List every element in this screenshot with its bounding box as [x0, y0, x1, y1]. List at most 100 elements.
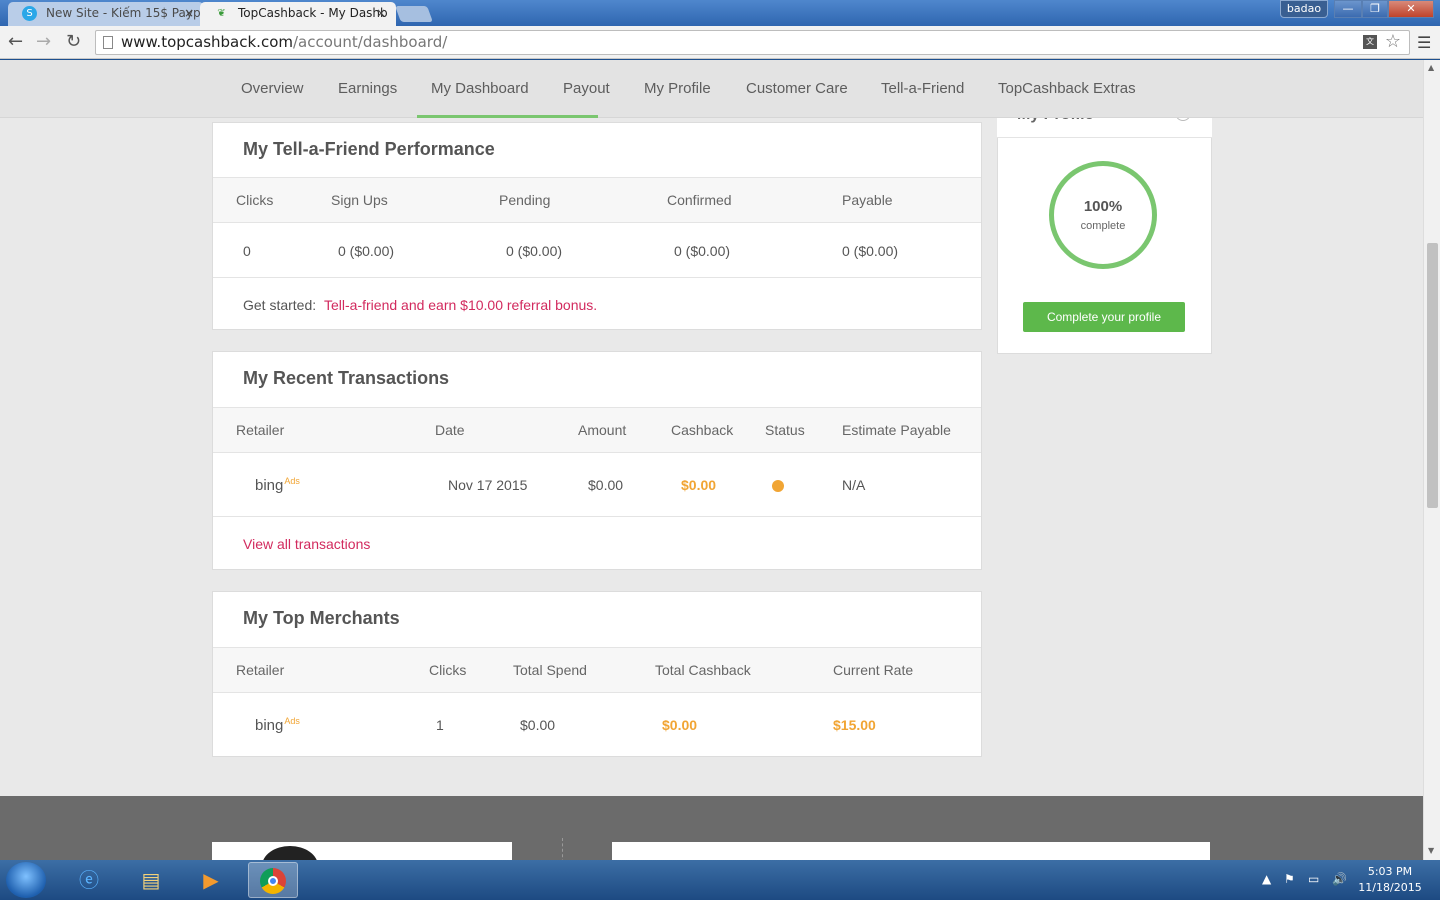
- column-header: Confirmed: [667, 192, 732, 208]
- chrome-icon[interactable]: [248, 862, 298, 898]
- browser-tab-topcashback[interactable]: ❦ TopCashback - My Dashb ×: [200, 2, 396, 26]
- column-header: Clicks: [236, 192, 274, 208]
- address-bar[interactable]: www.topcashback.com/account/dashboard/ 文…: [95, 30, 1410, 55]
- table-cell: 0 ($0.00): [842, 243, 899, 259]
- column-header: Payable: [842, 192, 893, 208]
- url-path: /account/dashboard/: [293, 33, 448, 51]
- column-header: Pending: [499, 192, 551, 208]
- column-header: Retailer: [236, 662, 285, 678]
- profile-percent: 100%: [1083, 198, 1123, 215]
- nav-customer-care[interactable]: Customer Care: [746, 80, 848, 97]
- scroll-up-arrow-icon[interactable]: ▲: [1428, 63, 1434, 72]
- bookmark-star-icon[interactable]: ☆: [1385, 30, 1401, 53]
- internet-explorer-icon[interactable]: ⓔ: [64, 862, 114, 898]
- new-tab-button[interactable]: [395, 6, 433, 22]
- tell-a-friend-title: My Tell-a-Friend Performance: [243, 139, 495, 159]
- status-pending-dot: [772, 480, 784, 492]
- page-viewport: 100% complete Complete your profile My P…: [0, 60, 1423, 860]
- column-header: Total Cashback: [655, 662, 751, 678]
- volume-icon[interactable]: 🔊: [1332, 872, 1347, 886]
- windows-taskbar: ⓔ ▤ ▶ ▲ ⚑ ▭ 🔊 5:03 PM 11/18/2015: [0, 860, 1440, 900]
- nav-tell-a-friend[interactable]: Tell-a-Friend: [881, 80, 964, 97]
- merchant-total-spend: $0.00: [520, 717, 556, 733]
- referral-link[interactable]: Tell-a-friend and earn $10.00 referral b…: [324, 297, 597, 313]
- browser-tab-newsite[interactable]: S New Site - Kiếm 15$ Payp ×: [8, 2, 204, 26]
- person-avatar-icon: [262, 846, 318, 860]
- page-scrollbar[interactable]: ▲ ▼: [1423, 60, 1440, 860]
- column-header: Cashback: [671, 422, 734, 438]
- divider: [213, 277, 981, 278]
- transactions-header-row: Retailer Date Amount Cashback Status Est…: [213, 407, 981, 453]
- complete-profile-button[interactable]: Complete your profile: [1023, 302, 1185, 332]
- tell-a-friend-header-row: Clicks Sign Ups Pending Confirmed Payabl…: [213, 177, 981, 223]
- scroll-down-arrow-icon[interactable]: ▼: [1428, 846, 1434, 855]
- profile-complete-label: complete: [1080, 220, 1126, 232]
- table-cell: 0 ($0.00): [506, 243, 563, 259]
- restore-button[interactable]: ❐: [1362, 0, 1388, 18]
- bing-ads-logo: bingAds: [255, 716, 300, 734]
- merchant-current-rate: $15.00: [833, 717, 876, 733]
- merchants-header-row: Retailer Clicks Total Spend Total Cashba…: [213, 647, 981, 693]
- column-header: Retailer: [236, 422, 285, 438]
- window-close-button[interactable]: ✕: [1388, 0, 1434, 18]
- transaction-cashback: $0.00: [681, 477, 717, 493]
- site-footer: [0, 796, 1423, 860]
- nav-payout[interactable]: Payout: [563, 80, 610, 97]
- tab-title: TopCashback - My Dashb: [238, 6, 388, 20]
- browser-toolbar: ← → ↻ www.topcashback.com/account/dashbo…: [0, 26, 1440, 59]
- my-profile-panel: 100% complete Complete your profile: [997, 114, 1212, 354]
- divider: [213, 516, 981, 517]
- active-nav-indicator: [417, 115, 598, 118]
- column-header: Status: [765, 422, 805, 438]
- get-started-label: Get started:: [243, 297, 317, 313]
- column-header: Amount: [578, 422, 627, 438]
- nav-overview[interactable]: Overview: [241, 80, 304, 97]
- footer-card: [612, 842, 1210, 860]
- merchant-total-cashback: $0.00: [662, 717, 698, 733]
- table-cell: 0 ($0.00): [674, 243, 731, 259]
- column-header: Date: [435, 422, 465, 438]
- forward-arrow-icon[interactable]: →: [36, 32, 51, 52]
- nav-my-dashboard[interactable]: My Dashboard: [431, 80, 529, 97]
- file-explorer-icon[interactable]: ▤: [126, 862, 176, 898]
- column-header: Clicks: [429, 662, 467, 678]
- nav-earnings[interactable]: Earnings: [338, 80, 397, 97]
- network-icon[interactable]: ▭: [1308, 872, 1319, 886]
- footer-card: [212, 842, 512, 860]
- bing-ads-logo: bingAds: [255, 476, 300, 494]
- action-center-flag-icon[interactable]: ⚑: [1284, 872, 1295, 886]
- close-tab-icon[interactable]: ×: [376, 2, 386, 24]
- reload-icon[interactable]: ↻: [66, 32, 81, 52]
- browser-tab-strip: S New Site - Kiếm 15$ Payp × ❦ TopCashba…: [0, 0, 1440, 26]
- topcashback-favicon-icon: ❦: [217, 8, 226, 19]
- footer-divider: [562, 838, 563, 860]
- view-all-transactions-link[interactable]: View all transactions: [243, 536, 370, 552]
- site-nav: Overview Earnings My Dashboard Payout My…: [0, 60, 1423, 118]
- user-profile-badge[interactable]: badao: [1280, 0, 1328, 18]
- top-merchants-title: My Top Merchants: [243, 608, 400, 628]
- nav-my-profile[interactable]: My Profile: [644, 80, 711, 97]
- back-arrow-icon[interactable]: ←: [8, 32, 23, 52]
- column-header: Current Rate: [833, 662, 914, 678]
- windows-start-button[interactable]: [6, 862, 46, 898]
- nav-topcashback-extras[interactable]: TopCashback Extras: [998, 80, 1136, 97]
- clock-time: 5:03 PM: [1367, 865, 1413, 878]
- system-clock[interactable]: 5:03 PM 11/18/2015: [1352, 864, 1428, 896]
- close-tab-icon[interactable]: ×: [184, 2, 194, 24]
- media-player-icon[interactable]: ▶: [186, 862, 236, 898]
- profile-completion-ring: 100% complete: [1049, 161, 1157, 269]
- clock-date: 11/18/2015: [1358, 881, 1422, 894]
- skype-icon: S: [22, 6, 37, 21]
- translate-icon[interactable]: 文: [1363, 35, 1377, 49]
- minimize-button[interactable]: —: [1334, 0, 1362, 18]
- browser-menu-icon[interactable]: ☰: [1417, 33, 1431, 52]
- column-header: Sign Ups: [331, 192, 388, 208]
- scrollbar-thumb[interactable]: [1427, 243, 1438, 508]
- transaction-date: Nov 17 2015: [448, 477, 528, 493]
- show-hidden-icons-arrow[interactable]: ▲: [1262, 872, 1271, 886]
- url-host: www.topcashback.com: [121, 33, 293, 51]
- tab-title: New Site - Kiếm 15$ Payp: [46, 6, 201, 20]
- merchant-clicks: 1: [436, 717, 444, 733]
- tell-a-friend-panel: My Tell-a-Friend Performance Clicks Sign…: [212, 122, 982, 330]
- column-header: Estimate Payable: [842, 422, 951, 438]
